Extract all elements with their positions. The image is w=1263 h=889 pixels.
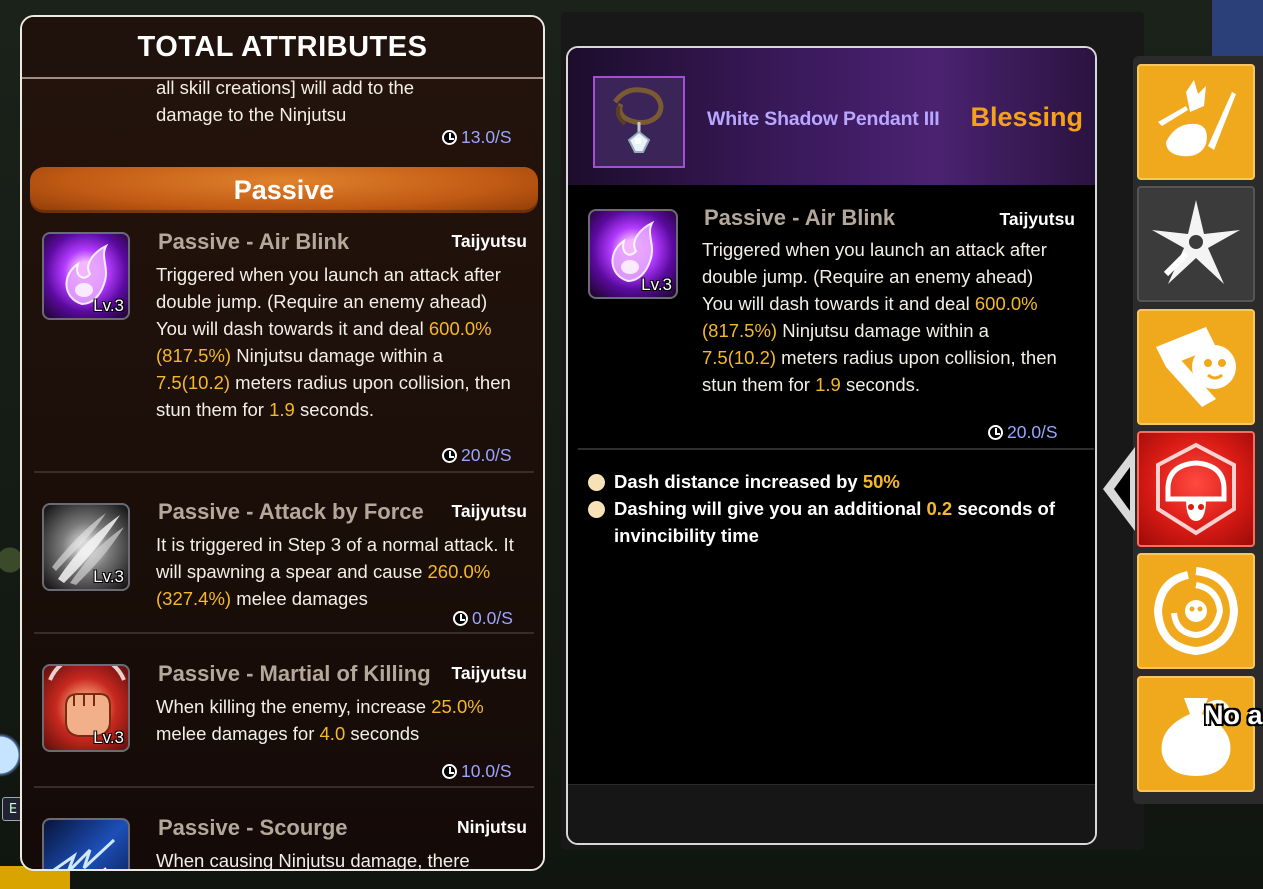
skill-description: It is triggered in Step 3 of a normal at… bbox=[156, 534, 514, 609]
divider bbox=[34, 632, 534, 634]
martial-of-killing-icon: Lv.3 bbox=[42, 664, 130, 752]
skill-description: Triggered when you launch an attack afte… bbox=[702, 239, 1057, 395]
skill-description: When killing the enemy, increase 25.0% m… bbox=[156, 696, 484, 744]
tab-shuriken[interactable] bbox=[1137, 186, 1255, 302]
cooldown-label: 10.0/S bbox=[442, 761, 512, 782]
skill-description: When causing Ninjutsu damage, there bbox=[156, 850, 470, 871]
clock-icon bbox=[988, 425, 1003, 440]
tab-armor[interactable] bbox=[1137, 431, 1255, 547]
skill-entry-scourge[interactable]: Passive - Scourge Ninjutsu When causing … bbox=[22, 815, 543, 871]
money-bag-icon bbox=[1161, 698, 1231, 776]
skull-vortex-icon bbox=[1153, 567, 1239, 656]
item-detail-card: White Shadow Pendant III Blessing Lv.3 P… bbox=[566, 46, 1097, 845]
skill-entry-martial-of-killing[interactable]: Lv.3 Passive - Martial of Killing Taijyu… bbox=[22, 661, 543, 791]
skill-type: Taijyutsu bbox=[451, 663, 527, 683]
skill-name: Passive - Attack by Force bbox=[158, 499, 424, 524]
background-orb bbox=[0, 720, 22, 790]
item-bonus: Dashing will give you an additional 0.2 … bbox=[588, 495, 1068, 549]
item-rarity: Blessing bbox=[970, 102, 1083, 132]
skill-type: Taijyutsu bbox=[451, 231, 527, 251]
tab-scrolls[interactable] bbox=[1137, 309, 1255, 425]
skill-entry-air-blink[interactable]: Lv.3 Passive - Air Blink Taijyutsu Trigg… bbox=[22, 229, 543, 469]
skill-type: Taijyutsu bbox=[999, 209, 1075, 229]
cooldown-label: 20.0/S bbox=[988, 422, 1058, 443]
cooldown-label: 20.0/S bbox=[442, 445, 512, 466]
clock-icon bbox=[442, 764, 457, 779]
skill-name: Passive - Martial of Killing bbox=[158, 661, 431, 686]
clock-icon bbox=[442, 448, 457, 463]
item-name: White Shadow Pendant III bbox=[707, 108, 940, 130]
cooldown-label: 13.0/S bbox=[442, 127, 512, 148]
tab-accessories[interactable] bbox=[1137, 553, 1255, 669]
scroll-mask-icon bbox=[1156, 327, 1236, 407]
air-blink-icon: Lv.3 bbox=[42, 232, 130, 320]
divider bbox=[34, 471, 534, 473]
background-building bbox=[1212, 0, 1263, 61]
bullet-dot-icon bbox=[588, 501, 605, 518]
bullet-dot-icon bbox=[588, 474, 605, 491]
skill-name: Passive - Scourge bbox=[158, 815, 348, 840]
panel-title: TOTAL ATTRIBUTES bbox=[22, 17, 543, 79]
skill-name: Passive - Air Blink bbox=[158, 229, 350, 254]
skull-helmet-icon bbox=[1156, 442, 1236, 536]
skill-type: Taijyutsu bbox=[451, 501, 527, 521]
overlay-status-text: No a bbox=[1204, 700, 1263, 730]
clock-icon bbox=[453, 611, 468, 626]
skill-name: Passive - Air Blink bbox=[704, 205, 896, 230]
total-attributes-panel[interactable]: TOTAL ATTRIBUTES all skill creations] wi… bbox=[20, 15, 545, 871]
item-bonus-list: Dash distance increased by 50% Dashing w… bbox=[588, 468, 1068, 549]
truncated-skill-text: all skill creations] will add to the dam… bbox=[156, 77, 415, 125]
weapons-bag-icon bbox=[1158, 80, 1236, 157]
divider bbox=[34, 786, 534, 788]
item-bonus: Dash distance increased by 50% bbox=[588, 468, 1068, 495]
tab-consumables[interactable] bbox=[1137, 676, 1255, 792]
item-card-footer bbox=[568, 784, 1095, 843]
cooldown-label: 0.0/S bbox=[453, 608, 513, 629]
attack-by-force-icon: Lv.3 bbox=[42, 503, 130, 591]
tab-weapons[interactable] bbox=[1137, 64, 1255, 180]
scourge-icon bbox=[42, 818, 130, 869]
clock-icon bbox=[442, 130, 457, 145]
item-header: White Shadow Pendant III Blessing bbox=[568, 48, 1095, 185]
skill-type: Ninjutsu bbox=[457, 817, 527, 837]
divider bbox=[578, 448, 1094, 450]
collapse-arrow-inner bbox=[1114, 467, 1130, 511]
attributes-scroll-area[interactable]: all skill creations] will add to the dam… bbox=[22, 77, 543, 871]
passive-section-header: Passive bbox=[30, 167, 538, 213]
skill-description: Triggered when you launch an attack afte… bbox=[156, 264, 511, 420]
shuriken-icon bbox=[1152, 200, 1240, 284]
air-blink-icon: Lv.3 bbox=[588, 209, 678, 299]
pendant-icon bbox=[593, 76, 685, 168]
skill-entry-attack-by-force[interactable]: Lv.3 Passive - Attack by Force Taijyutsu… bbox=[22, 499, 543, 628]
